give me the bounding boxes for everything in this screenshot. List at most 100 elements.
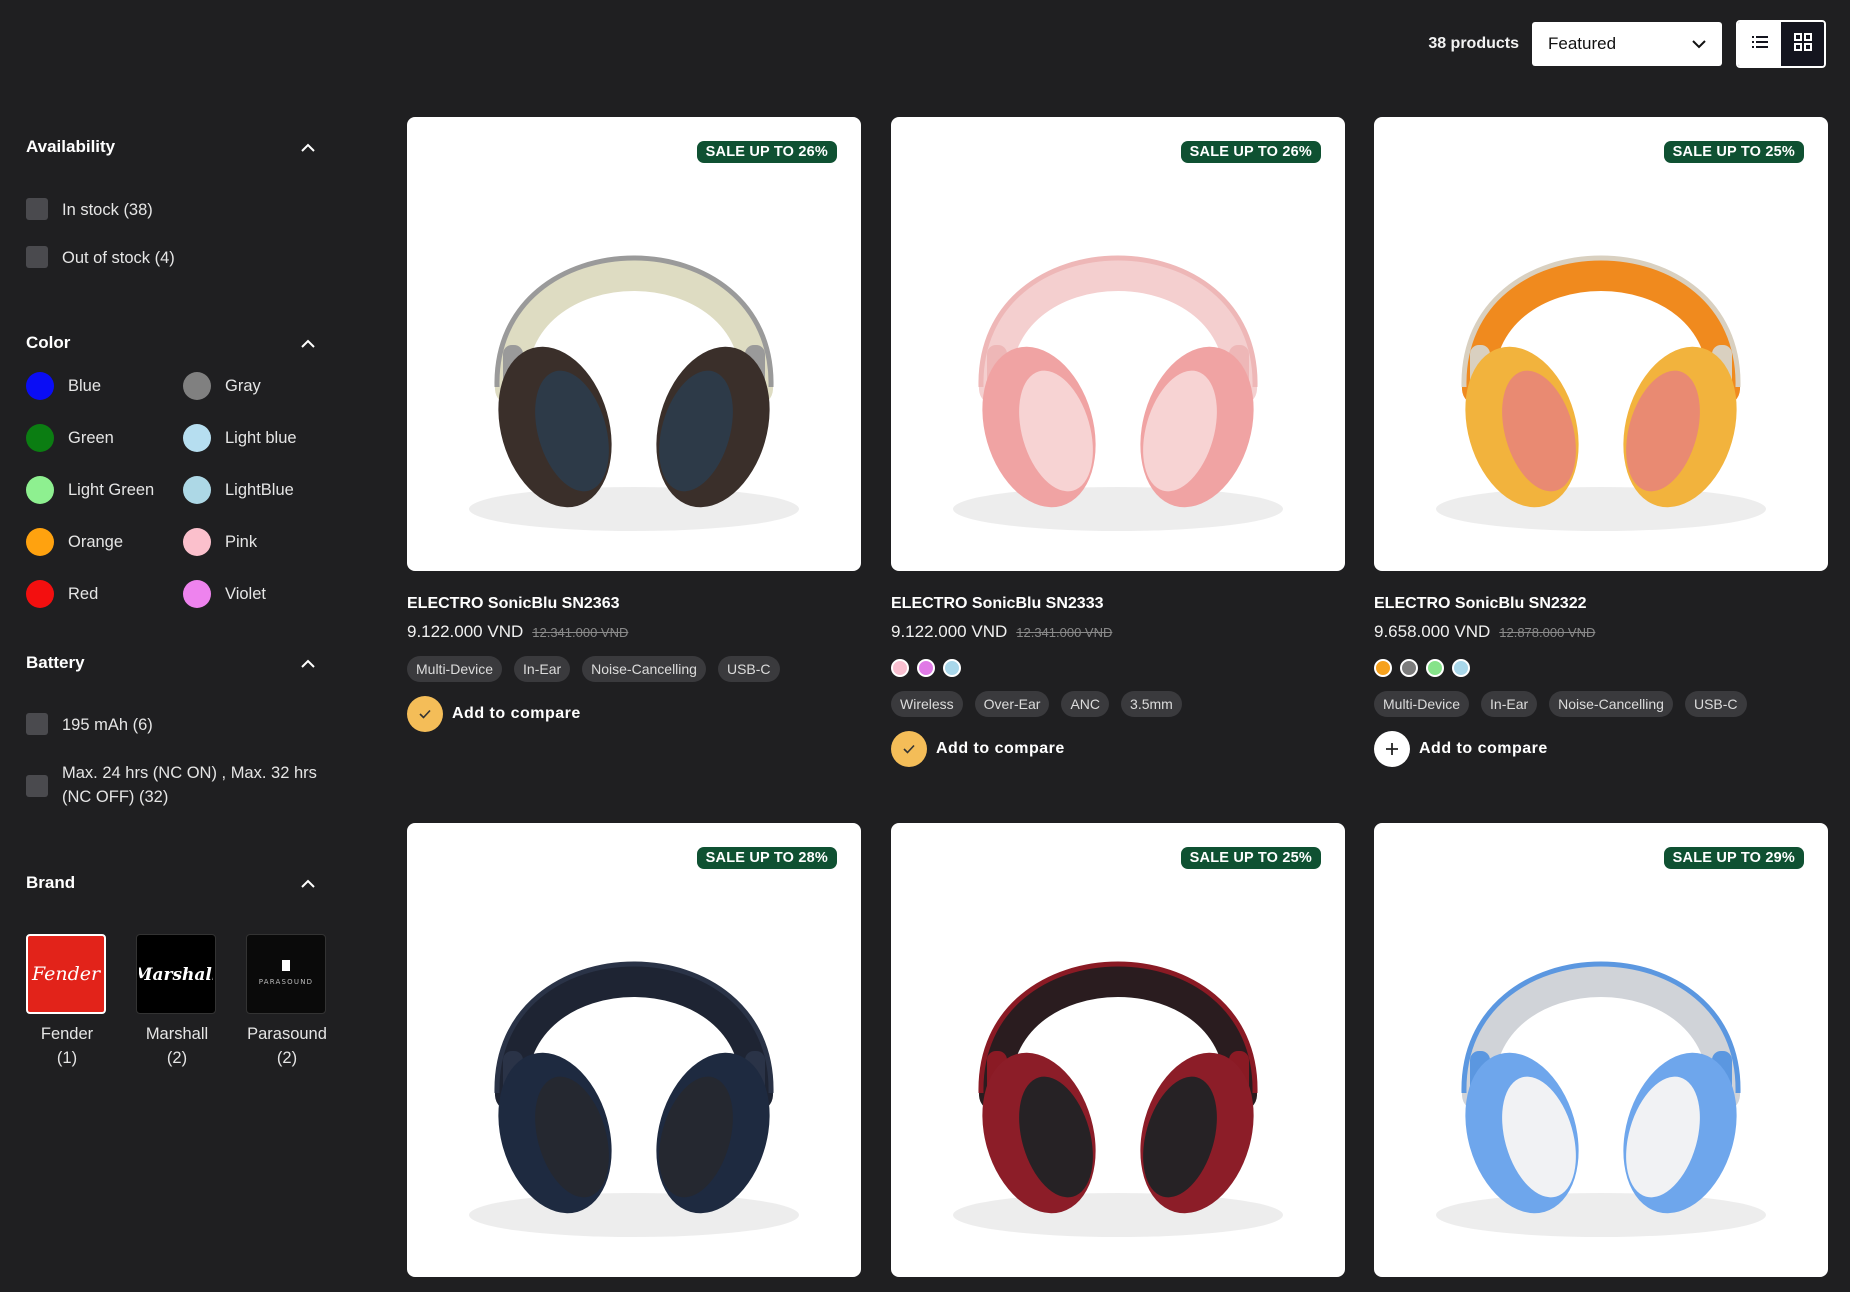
product-tags: Multi-Device In-Ear Noise-Cancelling USB-C	[407, 656, 861, 682]
color-option-lightblue[interactable]: LightBlue	[183, 476, 294, 504]
product-image[interactable]: SALE UP TO 26%	[891, 117, 1345, 571]
sort-select[interactable]: Featured	[1532, 22, 1722, 66]
list-view-icon	[1751, 35, 1768, 54]
plus-icon[interactable]	[1374, 731, 1410, 767]
feature-tag: 3.5mm	[1121, 691, 1182, 717]
brand-count: (2)	[276, 1049, 298, 1067]
filter-option-label: 195 mAh (6)	[62, 716, 153, 734]
add-to-compare-button[interactable]: Add to compare	[1374, 731, 1828, 767]
feature-tag: In-Ear	[514, 656, 571, 682]
product-card[interactable]: SALE UP TO 26% ELECTRO SonicBlu SN2333 9.1…	[891, 117, 1345, 767]
product-card[interactable]: SALE UP TO 26% ELECTRO SonicBlu SN2363 9.1…	[407, 117, 861, 732]
product-price: 9.658.000 VND 12.878.000 VND	[1374, 622, 1828, 642]
brand-option-marshall[interactable]: Marshall Marshall (2)	[136, 934, 218, 1070]
filter-option-max-24hrs[interactable]: Max. 24 hrs (NC ON) , Max. 32 hrs (NC OF…	[26, 761, 332, 809]
color-option-red[interactable]: Red	[26, 580, 98, 608]
chevron-down-icon	[1692, 34, 1706, 54]
color-label: Violet	[225, 584, 266, 603]
grid-view-button[interactable]	[1781, 22, 1824, 66]
feature-tag: Multi-Device	[407, 656, 503, 682]
color-swatch	[183, 476, 211, 504]
color-swatches	[891, 659, 1345, 677]
grid-view-icon	[1793, 32, 1812, 56]
color-swatch	[26, 424, 54, 452]
availability-filter-header[interactable]: Availability	[26, 137, 316, 157]
product-color-swatch[interactable]	[1374, 659, 1392, 677]
color-option-orange[interactable]: Orange	[26, 528, 123, 556]
filter-title: Availability	[26, 137, 116, 156]
product-image[interactable]: SALE UP TO 26%	[407, 117, 861, 571]
filter-option-out-of-stock[interactable]: Out of stock (4)	[26, 246, 175, 270]
color-swatch	[183, 424, 211, 452]
product-title[interactable]: ELECTRO SonicBlu SN2322	[1374, 595, 1828, 613]
original-price: 12.341.000 VND	[532, 625, 629, 640]
checkbox[interactable]	[26, 246, 48, 268]
product-color-swatch[interactable]	[943, 659, 961, 677]
brand-count: (2)	[166, 1049, 188, 1067]
product-image[interactable]: SALE UP TO 28%	[407, 823, 861, 1277]
product-card[interactable]: SALE UP TO 29%	[1374, 823, 1828, 1277]
product-card[interactable]: SALE UP TO 25%	[891, 823, 1345, 1277]
product-title[interactable]: ELECTRO SonicBlu SN2363	[407, 595, 861, 613]
filter-option-label: Out of stock (4)	[62, 249, 175, 267]
filter-option-195mah[interactable]: 195 mAh (6)	[26, 713, 153, 737]
color-option-pink[interactable]: Pink	[183, 528, 257, 556]
product-card[interactable]: SALE UP TO 28%	[407, 823, 861, 1277]
feature-tag: Over-Ear	[974, 691, 1050, 717]
color-swatch	[183, 528, 211, 556]
color-swatch	[26, 476, 54, 504]
color-label: Orange	[68, 532, 124, 551]
view-toggle	[1736, 20, 1826, 68]
checkbox[interactable]	[26, 713, 48, 735]
color-swatch	[26, 372, 54, 400]
fender-logo-text: Fender	[31, 963, 101, 985]
color-swatch	[183, 580, 211, 608]
sale-badge: SALE UP TO 28%	[696, 847, 837, 869]
check-icon[interactable]	[891, 731, 927, 767]
checkbox[interactable]	[26, 198, 48, 220]
list-view-button[interactable]	[1738, 22, 1781, 66]
color-option-gray[interactable]: Gray	[183, 372, 261, 400]
add-to-compare-button[interactable]: Add to compare	[891, 731, 1345, 767]
brand-option-fender[interactable]: Fender Fender (1)	[26, 934, 108, 1070]
battery-filter-header[interactable]: Battery	[26, 653, 316, 673]
compare-label: Add to compare	[936, 740, 1065, 757]
color-option-green[interactable]: Green	[26, 424, 114, 452]
color-filter-header[interactable]: Color	[26, 333, 316, 353]
filter-option-label: Max. 24 hrs (NC ON) , Max. 32 hrs (NC OF…	[62, 764, 317, 806]
feature-tag: In-Ear	[1481, 691, 1538, 717]
checkbox[interactable]	[26, 775, 48, 797]
feature-tag: USB-C	[1684, 691, 1747, 717]
color-option-blue[interactable]: Blue	[26, 372, 101, 400]
original-price: 12.878.000 VND	[1499, 625, 1596, 640]
chevron-up-icon	[300, 139, 316, 155]
product-listing-page: 38 products Featured Availability In sto…	[0, 0, 1850, 1292]
add-to-compare-button[interactable]: Add to compare	[407, 696, 861, 732]
product-image[interactable]: SALE UP TO 25%	[891, 823, 1345, 1277]
product-image[interactable]: SALE UP TO 25%	[1374, 117, 1828, 571]
sale-badge: SALE UP TO 29%	[1663, 847, 1804, 869]
color-label: Pink	[225, 532, 258, 551]
product-card[interactable]: SALE UP TO 25% ELECTRO SonicBlu SN2322 9.6…	[1374, 117, 1828, 767]
filter-title: Battery	[26, 653, 85, 672]
product-image[interactable]: SALE UP TO 29%	[1374, 823, 1828, 1277]
color-option-light-green[interactable]: Light Green	[26, 476, 154, 504]
product-color-swatch[interactable]	[1452, 659, 1470, 677]
sale-badge: SALE UP TO 25%	[1663, 141, 1804, 163]
product-count: 38 products	[1428, 35, 1519, 52]
filter-option-in-stock[interactable]: In stock (38)	[26, 198, 153, 222]
color-option-violet[interactable]: Violet	[183, 580, 266, 608]
product-color-swatch[interactable]	[891, 659, 909, 677]
product-color-swatch[interactable]	[1400, 659, 1418, 677]
product-title[interactable]: ELECTRO SonicBlu SN2333	[891, 595, 1345, 613]
feature-tag: Noise-Cancelling	[582, 656, 706, 682]
check-icon[interactable]	[407, 696, 443, 732]
brand-name: Parasound	[247, 1025, 327, 1043]
brand-option-parasound[interactable]: PARASOUND Parasound (2)	[246, 934, 328, 1070]
product-color-swatch[interactable]	[1426, 659, 1444, 677]
brand-filter-header[interactable]: Brand	[26, 873, 316, 893]
color-option-light-blue[interactable]: Light blue	[183, 424, 297, 452]
color-swatch	[183, 372, 211, 400]
product-color-swatch[interactable]	[917, 659, 935, 677]
sort-value: Featured	[1548, 34, 1617, 53]
